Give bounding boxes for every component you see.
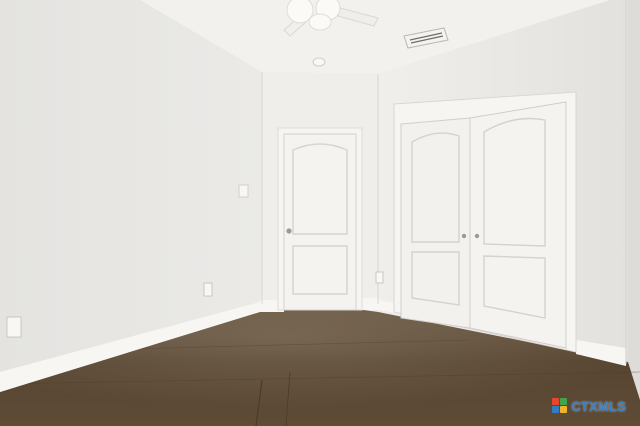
room-photo: CTXMLS [0,0,640,426]
closet-knob [474,233,480,239]
wall-outlet [203,282,213,297]
ctxmls-logo-icon [552,398,568,414]
door-knob [286,228,292,234]
wall-outlet [375,271,384,284]
room-illustration [0,0,640,426]
light-switch [238,184,249,198]
far-right-wall [628,0,640,400]
mls-watermark: CTXMLS [552,398,626,414]
watermark-text: CTXMLS [571,398,626,414]
bedroom-door [283,133,357,311]
wall-outlet [6,316,22,338]
closet-knob [461,233,467,239]
smoke-detector [312,57,326,67]
